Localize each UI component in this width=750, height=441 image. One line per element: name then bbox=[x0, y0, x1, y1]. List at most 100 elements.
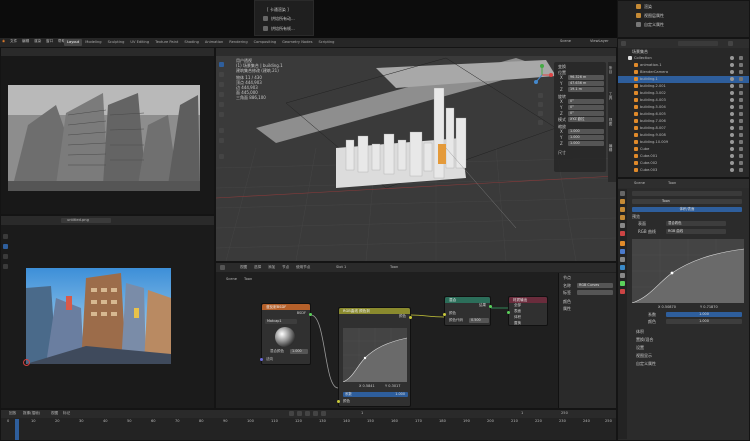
blender-logo[interactable]: ◉ bbox=[2, 39, 5, 43]
rot-x-field[interactable]: 0° bbox=[568, 99, 604, 104]
outliner-row[interactable]: building.7.006 bbox=[618, 118, 749, 125]
tool-rotate-icon[interactable] bbox=[219, 92, 224, 97]
props-coord-x[interactable]: X 0.50870 bbox=[658, 305, 676, 310]
rgb-output-socket[interactable] bbox=[409, 316, 412, 319]
visibility-eye-icon[interactable] bbox=[730, 133, 734, 137]
timeline-view[interactable]: 视图 bbox=[51, 411, 58, 416]
diffuse-output-socket[interactable] bbox=[309, 313, 312, 316]
render-toggle-icon[interactable] bbox=[739, 133, 743, 137]
output-surface-socket[interactable] bbox=[507, 311, 510, 314]
tab-world-icon[interactable] bbox=[620, 231, 625, 236]
render-toggle-icon[interactable] bbox=[739, 98, 743, 102]
rot-mode-field[interactable]: XYZ 欧拉 bbox=[568, 117, 604, 122]
tab-rendering[interactable]: Rendering bbox=[226, 39, 250, 46]
zoom-icon[interactable] bbox=[538, 93, 543, 98]
prev-key-icon[interactable] bbox=[297, 411, 302, 416]
material-slot-field[interactable] bbox=[632, 191, 742, 196]
visibility-eye-icon[interactable] bbox=[730, 56, 734, 60]
surface-button[interactable]: 体积/表面 bbox=[632, 207, 742, 212]
visibility-eye-icon[interactable] bbox=[730, 77, 734, 81]
top-right-item-3[interactable]: 自定义属性 bbox=[644, 22, 664, 27]
outliner-type-icon[interactable] bbox=[621, 41, 626, 46]
render-toggle-icon[interactable] bbox=[739, 119, 743, 123]
node-rgb-curves[interactable]: RGB曲线 颜色到 颜色 X 0.5841 Y 0.3017 系数 1.000 … bbox=[337, 307, 412, 407]
visibility-eye-icon[interactable] bbox=[730, 147, 734, 151]
tool-annotate-icon[interactable] bbox=[3, 264, 8, 269]
tab-view-layer-icon[interactable] bbox=[620, 215, 625, 220]
visibility-eye-icon[interactable] bbox=[730, 112, 734, 116]
image-file-field[interactable]: untitled.png bbox=[61, 218, 111, 223]
rgb-factor-field[interactable]: 系数 1.000 bbox=[343, 392, 408, 397]
tab-physics-icon[interactable] bbox=[620, 265, 625, 270]
tab-particles-icon[interactable] bbox=[620, 257, 625, 262]
visibility-eye-icon[interactable] bbox=[730, 105, 734, 109]
render-toggle-icon[interactable] bbox=[739, 154, 743, 158]
outliner-row[interactable]: building.2.001 bbox=[618, 83, 749, 90]
rgb-coord-y[interactable]: Y 0.3017 bbox=[385, 384, 401, 389]
tab-animation[interactable]: Animation bbox=[202, 39, 226, 46]
tool-cursor3d-icon[interactable] bbox=[219, 72, 224, 77]
timeline-playback[interactable]: 回放 bbox=[9, 411, 16, 416]
timeline-marker[interactable]: 标记 bbox=[63, 411, 70, 416]
filter-icon[interactable] bbox=[728, 41, 733, 46]
sidebar-tab-edit[interactable]: 编辑 bbox=[609, 144, 614, 151]
render-toggle-icon[interactable] bbox=[739, 105, 743, 109]
tool-scale-icon[interactable] bbox=[219, 102, 224, 107]
tab-material-icon[interactable] bbox=[620, 289, 625, 294]
outliner-row[interactable]: Cube.003 bbox=[618, 167, 749, 174]
tab-modifier-icon[interactable] bbox=[620, 249, 625, 254]
visibility-eye-icon[interactable] bbox=[730, 84, 734, 88]
loc-y-field[interactable]: 47.636 m bbox=[568, 81, 604, 86]
outliner-scene-collection[interactable]: 场景集合 bbox=[632, 49, 648, 54]
timeline-keying[interactable]: 抠像(插帧) bbox=[23, 411, 40, 416]
node-diffuse-bsdf[interactable]: 漫反射BSDF BSDF Matcap1 混合颜色 1.000 法向 bbox=[260, 303, 312, 365]
node-name-field[interactable]: RGB Curves bbox=[577, 283, 613, 288]
sidebar-tab-item[interactable]: 条目 bbox=[609, 66, 614, 73]
tab-layout[interactable]: Layout bbox=[64, 39, 83, 46]
properties-curve-widget[interactable] bbox=[632, 239, 744, 303]
popup-line-3[interactable]: 烘焙所有帧... bbox=[271, 26, 295, 31]
tool-move3d-icon[interactable] bbox=[219, 82, 224, 87]
tool-measure-icon[interactable] bbox=[219, 138, 224, 143]
ortho-toggle-icon[interactable] bbox=[538, 120, 543, 125]
rot-z-field[interactable]: 0° bbox=[568, 111, 604, 116]
node-props-section[interactable]: 属性 bbox=[563, 306, 571, 311]
props-row-rgb[interactable]: RGB 曲线 bbox=[638, 229, 656, 234]
scale-y-field[interactable]: 1.000 bbox=[568, 135, 604, 140]
loc-x-field[interactable]: 96.326 m bbox=[568, 75, 604, 80]
tool-annotate3d-icon[interactable] bbox=[219, 128, 224, 133]
tab-tool-icon[interactable] bbox=[620, 191, 625, 196]
render-toggle-icon[interactable] bbox=[739, 70, 743, 74]
menu-render[interactable]: 渲染 bbox=[34, 39, 41, 44]
top-right-item-2[interactable]: 视图层属性 bbox=[644, 13, 664, 18]
mix-value-field[interactable]: 0.500 bbox=[469, 318, 489, 323]
menu-edit[interactable]: 编辑 bbox=[22, 39, 29, 44]
outliner-row[interactable]: Cube bbox=[618, 146, 749, 153]
props-color-field[interactable]: 1.000 bbox=[666, 319, 742, 324]
pan-icon[interactable] bbox=[538, 102, 543, 107]
node-mix[interactable]: 混合 结果 颜色 颜色代码 0.500 bbox=[443, 296, 492, 326]
outliner-row[interactable]: building.8.007 bbox=[618, 125, 749, 132]
tab-scripting[interactable]: Scripting bbox=[315, 39, 337, 46]
popup-line-1[interactable]: [ 卡通渲染 ] bbox=[267, 7, 289, 12]
node-sidebar-title[interactable]: 节点 bbox=[563, 275, 571, 280]
camera-view-icon[interactable] bbox=[538, 111, 543, 116]
outliner-row[interactable]: animation.1 bbox=[618, 62, 749, 69]
jump-start-icon[interactable] bbox=[289, 411, 294, 416]
scale-z-field[interactable]: 1.000 bbox=[568, 141, 604, 146]
props-section-settings[interactable]: 设置 bbox=[636, 345, 644, 350]
visibility-eye-icon[interactable] bbox=[730, 140, 734, 144]
outliner-row[interactable]: building.6.005 bbox=[618, 111, 749, 118]
outliner-row[interactable]: BlenderCamera bbox=[618, 69, 749, 76]
render-toggle-icon[interactable] bbox=[739, 63, 743, 67]
outliner-row[interactable]: building.3.002 bbox=[618, 90, 749, 97]
outliner-row[interactable]: building.1 bbox=[618, 76, 749, 83]
outliner-row[interactable]: building.9.008 bbox=[618, 132, 749, 139]
transform-title[interactable]: 变换 bbox=[558, 64, 566, 69]
tab-compositing[interactable]: Compositing bbox=[251, 39, 280, 46]
mix-output-socket[interactable] bbox=[489, 305, 492, 308]
render-toggle-icon[interactable] bbox=[739, 126, 743, 130]
tool-select-icon[interactable] bbox=[219, 62, 224, 67]
navigation-gizmo[interactable] bbox=[531, 64, 553, 86]
tab-constraints-icon[interactable] bbox=[620, 273, 625, 278]
